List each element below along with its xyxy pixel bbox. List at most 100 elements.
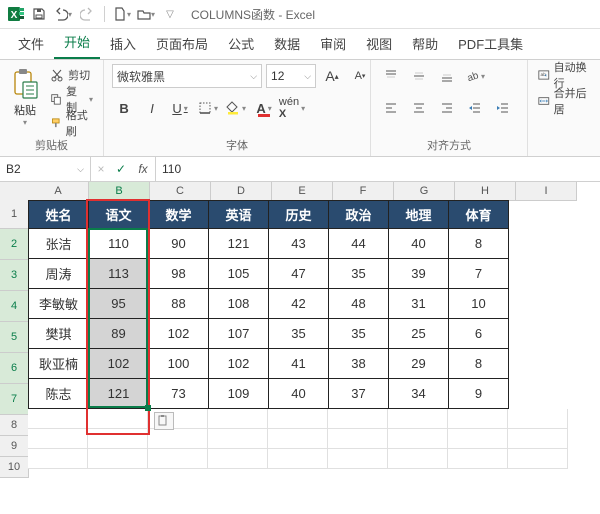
decrease-indent-button[interactable] [463, 96, 487, 120]
formula-input[interactable]: 110 [156, 157, 600, 181]
tab-data[interactable]: 数据 [264, 28, 310, 59]
empty-cell[interactable] [28, 449, 88, 469]
border-button[interactable]: ▾ [196, 96, 220, 120]
table-cell[interactable]: 29 [389, 349, 449, 379]
empty-cell[interactable] [88, 409, 148, 429]
table-cell[interactable]: 40 [389, 229, 449, 259]
table-cell[interactable]: 35 [329, 259, 389, 289]
table-cell[interactable]: 109 [209, 379, 269, 409]
column-header[interactable]: G [394, 182, 455, 201]
tab-pdf[interactable]: PDF工具集 [448, 28, 533, 59]
table-cell[interactable]: 102 [209, 349, 269, 379]
table-cell[interactable]: 110 [89, 229, 149, 259]
column-header[interactable]: D [211, 182, 272, 201]
empty-cell[interactable] [448, 449, 508, 469]
empty-cell[interactable] [88, 429, 148, 449]
qat-open-icon[interactable]: ▾ [135, 3, 157, 25]
tab-help[interactable]: 帮助 [402, 28, 448, 59]
table-cell[interactable]: 107 [209, 319, 269, 349]
empty-cell[interactable] [388, 429, 448, 449]
paste-button[interactable]: 粘贴 ▾ [8, 64, 42, 130]
empty-cell[interactable] [388, 449, 448, 469]
table-cell[interactable]: 39 [389, 259, 449, 289]
table-cell[interactable]: 108 [209, 289, 269, 319]
font-name-select[interactable]: 微软雅黑⌵ [112, 64, 262, 88]
row-header[interactable]: 3 [0, 260, 30, 291]
qat-customize-icon[interactable]: ▽ [159, 3, 181, 25]
align-middle-button[interactable] [407, 64, 431, 88]
table-cell[interactable]: 95 [89, 289, 149, 319]
table-cell[interactable]: 41 [269, 349, 329, 379]
phonetic-button[interactable]: wénX▾ [280, 96, 304, 120]
align-top-button[interactable] [379, 64, 403, 88]
column-header[interactable]: F [333, 182, 394, 201]
empty-cell[interactable] [88, 449, 148, 469]
column-header[interactable]: I [516, 182, 577, 201]
table-cell[interactable]: 35 [269, 319, 329, 349]
bold-button[interactable]: B [112, 96, 136, 120]
tab-formulas[interactable]: 公式 [218, 28, 264, 59]
fill-handle[interactable] [145, 405, 151, 411]
tab-view[interactable]: 视图 [356, 28, 402, 59]
table-cell[interactable]: 42 [269, 289, 329, 319]
cancel-icon[interactable]: × [91, 157, 111, 181]
empty-cell[interactable] [148, 429, 208, 449]
table-cell[interactable]: 88 [149, 289, 209, 319]
align-center-button[interactable] [407, 96, 431, 120]
decrease-font-button[interactable]: A▾ [348, 64, 372, 88]
wrap-text-button[interactable]: ab 自动换行 [536, 64, 592, 86]
table-cell[interactable]: 25 [389, 319, 449, 349]
tab-layout[interactable]: 页面布局 [146, 28, 218, 59]
fx-button[interactable]: fx [131, 157, 156, 181]
empty-cell[interactable] [328, 409, 388, 429]
qat-undo-icon[interactable]: ▾ [52, 3, 74, 25]
table-header-cell[interactable]: 体育 [449, 201, 509, 229]
align-bottom-button[interactable] [435, 64, 459, 88]
table-cell[interactable]: 耿亚楠 [29, 349, 89, 379]
table-header-cell[interactable]: 历史 [269, 201, 329, 229]
empty-cell[interactable] [448, 429, 508, 449]
table-cell[interactable]: 陈志 [29, 379, 89, 409]
column-header[interactable]: B [89, 182, 150, 202]
italic-button[interactable]: I [140, 96, 164, 120]
column-header[interactable]: C [150, 182, 211, 201]
table-cell[interactable]: 9 [449, 379, 509, 409]
empty-cell[interactable] [208, 429, 268, 449]
empty-cell[interactable] [268, 409, 328, 429]
table-cell[interactable]: 31 [389, 289, 449, 319]
table-cell[interactable]: 102 [89, 349, 149, 379]
empty-cell[interactable] [28, 429, 88, 449]
empty-cell[interactable] [148, 449, 208, 469]
table-cell[interactable]: 47 [269, 259, 329, 289]
table-cell[interactable]: 121 [89, 379, 149, 409]
table-header-cell[interactable]: 政治 [329, 201, 389, 229]
select-all-corner[interactable] [0, 182, 29, 201]
table-cell[interactable]: 10 [449, 289, 509, 319]
table-cell[interactable]: 102 [149, 319, 209, 349]
empty-cell[interactable] [328, 429, 388, 449]
orientation-button[interactable]: ab▾ [463, 64, 487, 88]
table-cell[interactable]: 6 [449, 319, 509, 349]
table-header-cell[interactable]: 语文 [89, 201, 149, 229]
empty-cell[interactable] [388, 409, 448, 429]
table-cell[interactable]: 105 [209, 259, 269, 289]
format-painter-button[interactable]: 格式刷 [48, 112, 95, 134]
paste-options-icon[interactable] [154, 412, 174, 430]
align-right-button[interactable] [435, 96, 459, 120]
font-size-select[interactable]: 12⌵ [266, 64, 316, 88]
underline-button[interactable]: U▾ [168, 96, 192, 120]
font-color-button[interactable]: A ▾ [252, 96, 276, 120]
empty-cell[interactable] [448, 409, 508, 429]
row-header[interactable]: 8 [0, 415, 29, 436]
row-header[interactable]: 10 [0, 457, 29, 478]
table-cell[interactable]: 90 [149, 229, 209, 259]
increase-indent-button[interactable] [491, 96, 515, 120]
table-cell[interactable]: 73 [149, 379, 209, 409]
tab-home[interactable]: 开始 [54, 26, 100, 59]
column-header[interactable]: E [272, 182, 333, 201]
name-box[interactable]: B2⌵ [0, 157, 91, 181]
empty-cell[interactable] [268, 429, 328, 449]
qat-redo-icon[interactable] [76, 3, 98, 25]
table-cell[interactable]: 7 [449, 259, 509, 289]
tab-file[interactable]: 文件 [8, 28, 54, 59]
